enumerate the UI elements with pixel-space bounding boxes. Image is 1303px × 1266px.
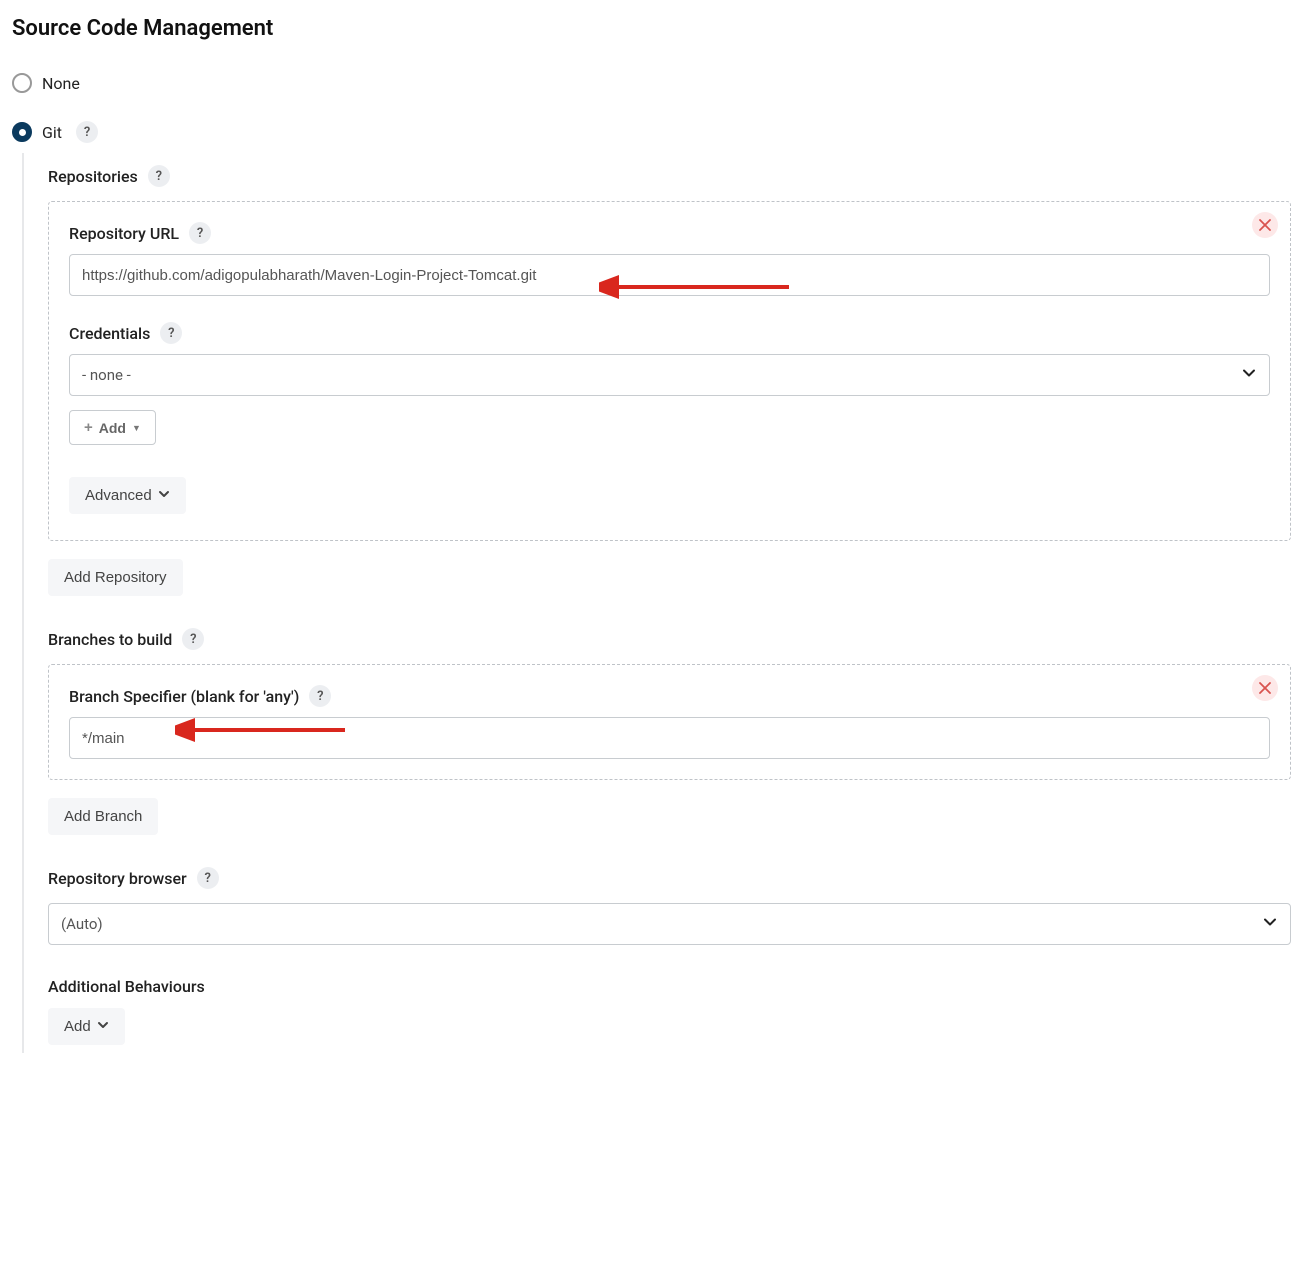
credentials-value: - none - [82, 366, 131, 384]
branches-label-text: Branches to build [48, 630, 172, 649]
repository-panel: Repository URL ? Credentials ? - none - … [48, 201, 1291, 541]
add-credentials-button[interactable]: + Add ▼ [69, 410, 156, 445]
add-branch-button[interactable]: Add Branch [48, 798, 158, 835]
branch-specifier-input[interactable] [69, 717, 1270, 759]
close-icon [1259, 219, 1271, 231]
repo-url-input[interactable] [69, 254, 1270, 296]
branch-specifier-label-text: Branch Specifier (blank for 'any') [69, 687, 299, 706]
scm-option-none[interactable]: None [12, 73, 1291, 93]
additional-behaviours-label: Additional Behaviours [48, 977, 1291, 996]
help-icon[interactable]: ? [148, 165, 170, 187]
advanced-label: Advanced [85, 487, 152, 504]
branches-label: Branches to build ? [48, 628, 1291, 650]
add-branch-label: Add Branch [64, 808, 142, 825]
remove-branch-button[interactable] [1252, 675, 1278, 701]
repositories-label-text: Repositories [48, 167, 138, 186]
help-icon[interactable]: ? [189, 222, 211, 244]
git-config-block: Repositories ? Repository URL ? Credenti… [22, 153, 1291, 1053]
help-icon[interactable]: ? [76, 121, 98, 143]
add-repository-label: Add Repository [64, 569, 167, 586]
repo-browser-label-text: Repository browser [48, 869, 187, 888]
radio-icon-selected [12, 122, 32, 142]
plus-icon: + [84, 419, 93, 436]
branch-panel: Branch Specifier (blank for 'any') ? [48, 664, 1291, 780]
add-repository-button[interactable]: Add Repository [48, 559, 183, 596]
add-behaviour-label: Add [64, 1018, 91, 1035]
help-icon[interactable]: ? [160, 322, 182, 344]
caret-down-icon: ▼ [132, 423, 141, 433]
help-icon[interactable]: ? [309, 685, 331, 707]
chevron-down-icon [97, 1018, 109, 1035]
repo-url-label-text: Repository URL [69, 224, 179, 243]
remove-repository-button[interactable] [1252, 212, 1278, 238]
page-title: Source Code Management [12, 16, 1291, 41]
repo-browser-value: (Auto) [61, 915, 103, 933]
repo-url-label: Repository URL ? [69, 222, 1270, 244]
repositories-label: Repositories ? [48, 165, 1291, 187]
branch-specifier-label: Branch Specifier (blank for 'any') ? [69, 685, 1270, 707]
help-icon[interactable]: ? [197, 867, 219, 889]
add-cred-label: Add [99, 420, 126, 436]
radio-icon [12, 73, 32, 93]
radio-label-none: None [42, 74, 80, 93]
credentials-select[interactable]: - none - [69, 354, 1270, 396]
credentials-label: Credentials ? [69, 322, 1270, 344]
repo-browser-select[interactable]: (Auto) [48, 903, 1291, 945]
close-icon [1259, 682, 1271, 694]
advanced-button[interactable]: Advanced [69, 477, 186, 514]
credentials-label-text: Credentials [69, 324, 150, 343]
add-behaviour-button[interactable]: Add [48, 1008, 125, 1045]
repo-browser-label: Repository browser ? [48, 867, 1291, 889]
radio-label-git: Git [42, 123, 62, 142]
scm-option-git[interactable]: Git ? [12, 121, 1291, 143]
additional-behaviours-label-text: Additional Behaviours [48, 977, 205, 996]
help-icon[interactable]: ? [182, 628, 204, 650]
chevron-down-icon [158, 487, 170, 504]
